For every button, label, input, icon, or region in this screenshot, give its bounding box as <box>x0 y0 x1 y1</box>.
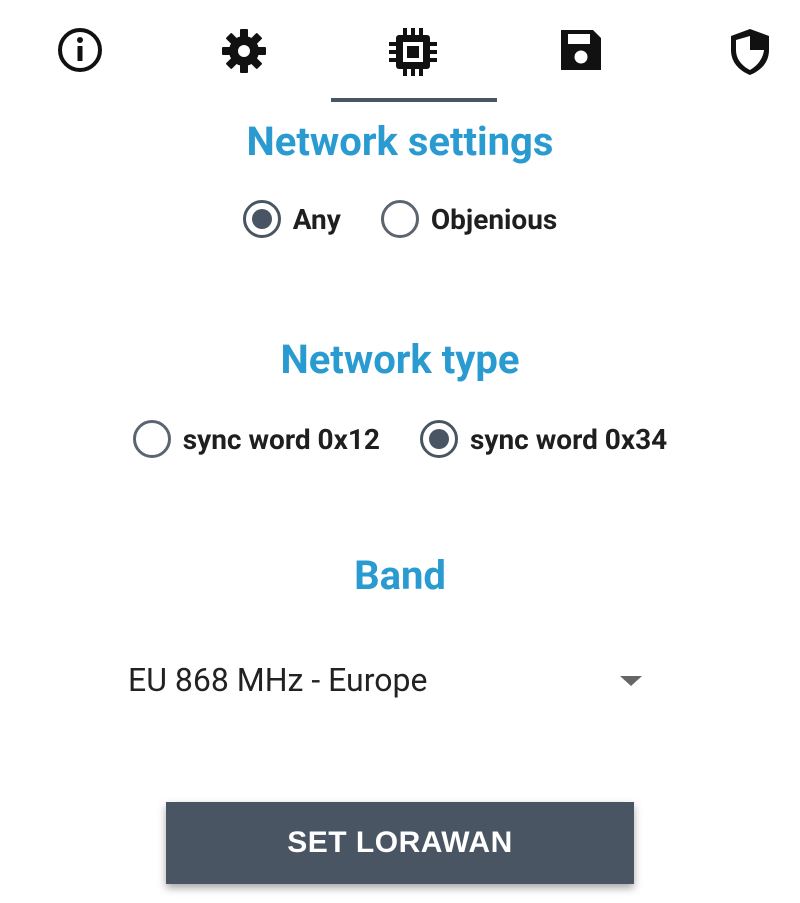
floppy-disk-icon <box>561 30 601 70</box>
tab-settings[interactable] <box>194 8 294 98</box>
radio-any[interactable]: Any <box>242 200 341 238</box>
network-settings-radio-group: Any Objenious <box>0 200 800 238</box>
tab-security[interactable] <box>700 8 800 98</box>
network-settings-title: Network settings <box>246 118 554 165</box>
radio-sync-word-0x34-button[interactable] <box>420 420 458 458</box>
tab-storage[interactable] <box>531 8 631 98</box>
network-type-title: Network type <box>280 336 520 383</box>
active-tab-indicator <box>331 98 497 102</box>
radio-objenious-button[interactable] <box>380 200 419 238</box>
radio-sync-word-0x12-button[interactable] <box>132 420 171 458</box>
dropdown-arrow-icon[interactable] <box>620 676 642 686</box>
info-icon <box>58 28 102 72</box>
radio-sync-word-0x12-label: sync word 0x12 <box>182 422 380 456</box>
radio-sync-word-0x34[interactable]: sync word 0x34 <box>420 420 667 458</box>
radio-objenious-label: Objenious <box>430 202 558 236</box>
tab-bar <box>0 0 800 104</box>
chip-icon <box>389 28 437 76</box>
radio-sync-word-0x34-label: sync word 0x34 <box>470 422 668 456</box>
radio-selected-dot <box>251 209 272 229</box>
radio-selected-dot <box>429 429 449 449</box>
tab-info[interactable] <box>30 8 130 98</box>
band-title: Band <box>354 552 446 599</box>
radio-sync-word-0x12[interactable]: sync word 0x12 <box>132 420 380 458</box>
shield-icon <box>731 29 769 75</box>
radio-objenious[interactable]: Objenious <box>380 200 558 238</box>
radio-any-button[interactable] <box>242 200 281 238</box>
network-type-radio-group: sync word 0x12 sync word 0x34 <box>0 420 800 458</box>
radio-any-label: Any <box>292 202 341 236</box>
set-lorawan-button[interactable]: SET LORAWAN <box>166 802 634 884</box>
band-select[interactable]: EU 868 MHz - Europe <box>128 652 648 708</box>
tab-network[interactable] <box>363 8 463 98</box>
band-select-value: EU 868 MHz - Europe <box>128 661 428 699</box>
gear-icon <box>222 29 266 73</box>
